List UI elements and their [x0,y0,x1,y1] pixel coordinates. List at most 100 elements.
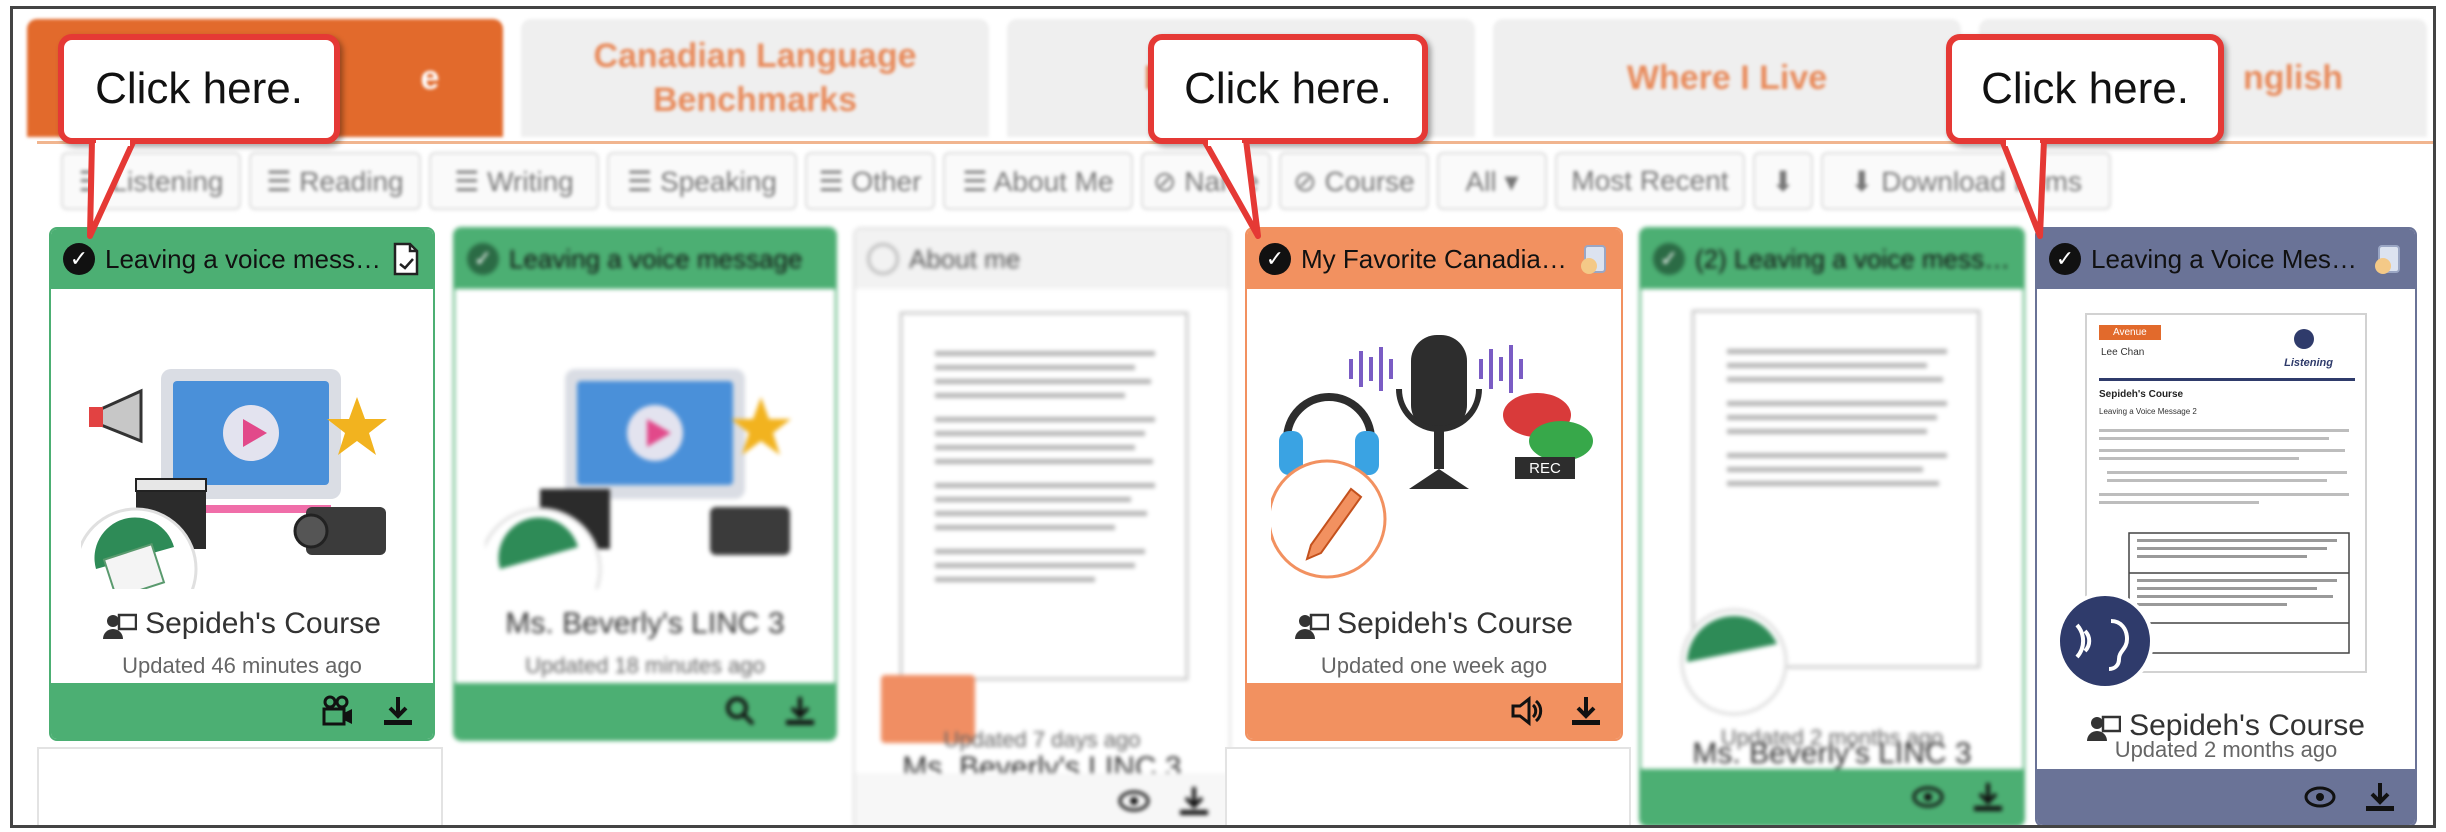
rec-label: REC [1529,460,1561,477]
download-icon[interactable] [381,694,415,728]
course-line: Sepideh's Course [51,607,433,641]
course-name: Ms. Beverly's LINC 3 [505,607,785,640]
card-header[interactable]: ✓ My Favorite Canadian Ho... [1247,229,1621,289]
card-body: REC Sepideh's Course Updated one week ag… [1247,289,1621,687]
card-header[interactable]: ✓ Leaving a Voice Message 2 [2037,229,2415,289]
checked-icon[interactable]: ✓ [1653,243,1685,275]
card-header[interactable]: About me [855,229,1229,289]
updated-text: Updated one week ago [1320,653,1548,678]
skill-label: Listening [2284,357,2333,369]
document-thumbnail [899,311,1189,681]
card-body: Ms. Beverly's LINC 3 [1641,289,2023,773]
callout-pointer [1999,140,2047,239]
card-footer [855,773,1229,825]
updated-text: Updated 46 minutes ago [122,653,362,678]
download-items-button[interactable]: ⬇ Download Items [1821,152,2111,210]
sort-course-button[interactable]: ⊘ Course [1279,152,1429,210]
skill-icon [2294,329,2314,349]
preview-activity: Leaving a Voice Message 2 [2099,407,2197,416]
checked-icon[interactable]: ✓ [467,243,499,275]
card-header[interactable]: ✓ Leaving a voice message [455,229,835,289]
eye-icon[interactable] [1911,780,1945,814]
click-here-callout: Click here. [1946,34,2224,144]
card-footer [1247,683,1621,739]
filter-writing-button[interactable]: ☰ Writing [429,152,599,210]
portfolio-card[interactable]: About me Ms. Beverly's LINC 3 Updated 7 … [853,227,1231,825]
download-icon[interactable] [1971,780,2005,814]
updated-text: Updated 2 months ago [2114,737,2338,762]
updated-text: Updated 18 minutes ago [525,653,765,678]
card-body: Ms. Beverly's LINC 3 Updated 18 minutes … [455,289,835,687]
empty-panel [1225,747,1631,825]
portfolio-card[interactable]: ✓ Leaving a voice message Sepideh's Cour… [49,227,435,741]
brand-label: Avenue [2099,325,2161,340]
portfolio-card[interactable]: ✓ My Favorite Canadian Ho... REC [1245,227,1623,741]
video-file-icon[interactable] [321,694,355,728]
video-illustration [81,369,387,589]
download-icon[interactable] [783,694,817,728]
filter-other-button[interactable]: ☰ Other [805,152,935,210]
card-body: Sepideh's Course Updated 46 minutes ago [51,289,433,687]
download-icon[interactable] [1177,784,1211,818]
all-dropdown[interactable]: All ▾ [1437,152,1547,210]
tab-label: Where I Live [1626,59,1828,97]
course-name: Sepideh's Course [145,607,381,640]
click-here-callout: Click here. [58,34,340,144]
unchecked-icon[interactable] [867,243,899,275]
empty-panel [37,747,443,825]
preview-course: Sepideh's Course [2099,389,2184,400]
card-title: About me [909,243,1021,274]
filter-speaking-button[interactable]: ☰ Speaking [607,152,797,210]
video-illustration [485,369,791,589]
download-single-button[interactable]: ⬇ [1753,152,1813,210]
portfolio-card[interactable]: ✓ Leaving a Voice Message 2 Avenue Lee C… [2035,227,2417,825]
card-title: (2) Leaving a voice message [1695,243,2011,274]
preview-header: Avenue Lee Chan Listening [2099,325,2355,381]
eye-icon[interactable] [2303,780,2337,814]
callout-pointer [87,140,137,239]
filter-about-me-button[interactable]: ☰ About Me [943,152,1133,210]
course-line: Sepideh's Course [1247,607,1621,641]
card-footer [2037,769,2415,825]
card-body: Avenue Lee Chan Listening Sepideh's Cour… [2037,289,2415,773]
card-title: My Favorite Canadian Ho... [1301,243,1571,274]
most-recent-button[interactable]: Most Recent [1555,152,1745,210]
callout-text: Click here. [1981,64,2189,113]
tab-where-i-live[interactable]: Where I Live [1493,19,1961,137]
updated-text: Updated 2 months ago [1720,725,1944,750]
card-header[interactable]: ✓ (2) Leaving a voice message [1641,229,2023,289]
checked-icon[interactable]: ✓ [1259,243,1291,275]
audio-file-icon [2375,245,2400,274]
document-icon [393,242,419,276]
tab-label: Canadian Language Benchmarks [593,37,917,119]
portfolio-card[interactable]: ✓ (2) Leaving a voice message Ms. Beverl… [1639,227,2025,825]
card-body: Ms. Beverly's LINC 3 [855,289,1229,784]
tab-canadian-language-benchmarks[interactable]: Canadian Language Benchmarks [521,19,989,137]
checked-icon[interactable]: ✓ [63,243,95,275]
callout-text: Click here. [95,64,303,113]
card-footer [1641,769,2023,825]
checked-icon[interactable]: ✓ [2049,243,2081,275]
click-here-callout: Click here. [1148,34,1428,144]
filter-reading-button[interactable]: ☰ Reading [249,152,421,210]
updated-text: Updated 7 days ago [943,727,1141,752]
speaker-icon[interactable] [1509,694,1543,728]
callout-pointer [1201,140,1261,239]
course-icon [103,613,138,640]
listening-badge [2056,592,2154,690]
search-icon[interactable] [723,694,757,728]
podcast-illustration: REC [1271,335,1593,579]
course-icon [1295,613,1330,640]
download-icon[interactable] [2363,780,2397,814]
card-title: Leaving a Voice Message 2 [2091,243,2365,274]
course-line: Ms. Beverly's LINC 3 [455,607,835,641]
card-footer [455,683,835,739]
portfolio-card[interactable]: ✓ Leaving a voice message Ms. Beverly's … [453,227,837,741]
eye-icon[interactable] [1117,784,1151,818]
writing-badge [1680,608,1788,716]
callout-text: Click here. [1184,64,1392,113]
download-icon[interactable] [1569,694,1603,728]
card-footer [51,683,433,739]
course-name: Sepideh's Course [1337,607,1573,640]
card-title: Leaving a voice message [509,243,803,274]
